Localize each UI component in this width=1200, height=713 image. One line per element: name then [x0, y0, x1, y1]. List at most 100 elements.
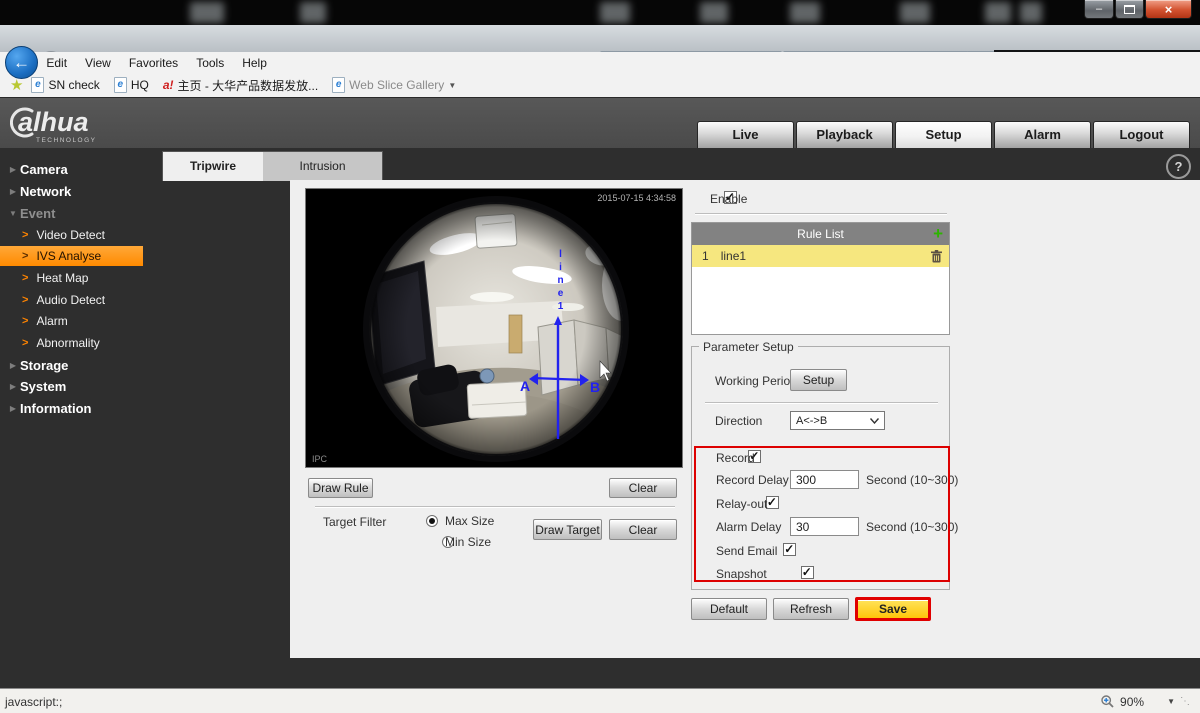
sidebar-item-network[interactable]: ▶ Network — [0, 181, 145, 202]
page-body: ▶ Camera ▶ Network ▼ Event > Video Detect > I… — [0, 148, 1200, 688]
ie-doc-icon: e — [332, 77, 346, 93]
status-bar: javascript:; 90% ▼ ⋱ — [0, 688, 1200, 713]
triangle-right-icon: ▶ — [9, 187, 17, 196]
site-nav: Live Playback Setup Alarm Logout — [697, 121, 1190, 149]
chevron-right-icon: > — [22, 272, 29, 284]
sidebar-item-system[interactable]: ▶ System — [0, 376, 145, 397]
favorite-hq[interactable]: e HQ — [113, 77, 149, 93]
favorite-dahua-home[interactable]: a! 主页 - 大华产品数据发放... — [163, 77, 318, 94]
triangle-right-icon: ▶ — [9, 361, 17, 370]
draw-rule-button[interactable]: Draw Rule — [308, 478, 373, 498]
minimize-button[interactable]: – — [1084, 0, 1114, 19]
nav-live-button[interactable]: Live — [697, 121, 794, 149]
chevron-down-icon — [870, 417, 879, 424]
rule-name: line1 — [720, 249, 747, 263]
divider — [705, 402, 938, 404]
min-size-label[interactable]: Min Size — [445, 535, 491, 549]
chevron-right-icon: > — [22, 315, 29, 327]
max-size-radio[interactable] — [426, 515, 438, 527]
menu-edit[interactable]: Edit — [37, 56, 76, 70]
nav-setup-button[interactable]: Setup — [895, 121, 992, 149]
chevron-right-icon: > — [22, 337, 29, 349]
working-period-label: Working Period — [715, 374, 797, 388]
logo-text: alhua — [18, 107, 89, 137]
favorites-bar: ★ e SN check e HQ a! 主页 - 大华产品数据发放... e … — [0, 73, 1200, 98]
menu-view[interactable]: View — [76, 56, 120, 70]
dahua-logo: alhua TECHNOLOGY — [10, 107, 97, 144]
nav-playback-button[interactable]: Playback — [796, 121, 893, 149]
sidebar-item-storage[interactable]: ▶ Storage — [0, 355, 145, 376]
triangle-right-icon: ▶ — [9, 404, 17, 413]
refresh-button[interactable]: Refresh — [773, 598, 849, 620]
desktop-strip: – × — [0, 0, 1200, 25]
menu-favorites[interactable]: Favorites — [120, 56, 187, 70]
chevron-right-icon: > — [22, 229, 29, 241]
window-controls: – × — [1083, 0, 1192, 19]
maximize-icon — [1124, 4, 1135, 14]
zoom-dropdown-icon[interactable]: ▼ — [1167, 697, 1175, 706]
enable-label: Enable — [710, 192, 748, 206]
video-preview[interactable]: A B 2015-07-15 4:34:58 IPC line1 — [305, 188, 683, 468]
browser-nav-row: ← → e http://172.16.16.117/ ▾ ↻ e Setup … — [0, 25, 1200, 79]
add-rule-icon[interactable]: + — [933, 224, 943, 244]
menu-tools[interactable]: Tools — [187, 56, 233, 70]
content-panel: A B 2015-07-15 4:34:58 IPC line1 Draw Ru… — [290, 180, 1200, 658]
maximize-button[interactable] — [1115, 0, 1144, 19]
save-button[interactable]: Save — [855, 597, 931, 621]
rule-list-header: Rule List + — [692, 223, 949, 245]
chevron-right-icon: > — [22, 250, 29, 262]
status-text: javascript:; — [5, 694, 63, 709]
direction-select[interactable]: A<->B — [790, 411, 885, 430]
triangle-right-icon: ▶ — [9, 165, 17, 174]
nav-alarm-button[interactable]: Alarm — [994, 121, 1091, 149]
triangle-right-icon: ▶ — [9, 382, 17, 391]
draw-target-button[interactable]: Draw Target — [533, 519, 602, 540]
content-area: Tripwire Intrusion A B 2015-07-15 4:34:5… — [145, 148, 1200, 658]
nav-logout-button[interactable]: Logout — [1093, 121, 1190, 149]
ie-doc-icon: e — [113, 77, 127, 93]
resize-grip: ⋱ — [1180, 696, 1190, 707]
default-button[interactable]: Default — [691, 598, 767, 620]
logo-subtext: TECHNOLOGY — [36, 137, 97, 144]
favorite-web-slice-gallery[interactable]: e Web Slice Gallery ▼ — [332, 77, 456, 93]
chevron-down-icon: ▼ — [448, 80, 457, 90]
rule-list-row[interactable]: 1 line1 — [692, 245, 949, 267]
sidebar-item-abnormality[interactable]: > Abnormality — [0, 333, 143, 353]
alert-highlight-box — [694, 446, 950, 582]
sidebar-item-alarm[interactable]: > Alarm — [0, 311, 143, 331]
rule-list: Rule List + 1 line1 — [691, 222, 950, 335]
sidebar-item-information[interactable]: ▶ Information — [0, 398, 145, 419]
working-period-setup-button[interactable]: Setup — [790, 369, 847, 391]
sidebar-item-video-detect[interactable]: > Video Detect — [0, 225, 143, 245]
sidebar-item-event[interactable]: ▼ Event — [0, 203, 145, 224]
tab-tripwire[interactable]: Tripwire — [162, 151, 264, 181]
back-button[interactable]: ← — [5, 46, 38, 79]
target-filter-label: Target Filter — [323, 515, 387, 529]
menu-help[interactable]: Help — [233, 56, 276, 70]
rule-line-label: line1 — [555, 249, 566, 314]
ie-doc-icon: e — [31, 77, 45, 93]
delete-rule-icon[interactable] — [931, 250, 942, 263]
max-size-label[interactable]: Max Size — [445, 514, 494, 528]
point-a-label: A — [520, 378, 530, 394]
clear-rule-button[interactable]: Clear — [609, 478, 677, 498]
point-b-label: B — [590, 379, 600, 395]
sidebar-item-heat-map[interactable]: > Heat Map — [0, 268, 143, 288]
zoom-magnifier-icon[interactable] — [1100, 694, 1115, 709]
menu-bar: File Edit View Favorites Tools Help — [0, 52, 1200, 73]
sidebar-item-ivs-analyse[interactable]: > IVS Analyse — [0, 246, 143, 266]
favorite-sn-check[interactable]: e SN check — [31, 77, 100, 93]
zoom-level[interactable]: 90% — [1120, 695, 1144, 709]
clear-target-button[interactable]: Clear — [609, 519, 677, 540]
sidebar-item-camera[interactable]: ▶ Camera — [0, 159, 145, 180]
sidebar-item-audio-detect[interactable]: > Audio Detect — [0, 290, 143, 310]
video-timestamp: 2015-07-15 4:34:58 — [597, 193, 676, 203]
divider — [695, 213, 947, 215]
chevron-right-icon: > — [22, 294, 29, 306]
tab-intrusion[interactable]: Intrusion — [263, 151, 383, 181]
site-header: alhua TECHNOLOGY Live Playback Setup Ala… — [0, 97, 1200, 149]
divider — [315, 506, 675, 508]
dahua-favicon: a! — [162, 78, 174, 92]
close-button[interactable]: × — [1145, 0, 1192, 19]
direction-label: Direction — [715, 414, 763, 428]
